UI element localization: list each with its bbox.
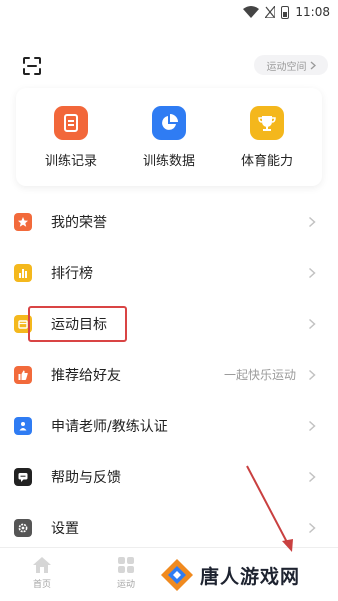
menu-item-settings[interactable]: 设置 xyxy=(0,502,338,553)
chevron-right-icon xyxy=(308,522,316,533)
chevron-right-icon xyxy=(308,318,316,329)
quick-action-sport-ability[interactable]: 体育能力 xyxy=(222,88,312,169)
quick-action-label: 训练数据 xyxy=(142,154,195,169)
chevron-right-icon xyxy=(308,369,316,380)
chevron-right-icon xyxy=(308,216,316,227)
menu-item-help-feedback[interactable]: 帮助与反馈 xyxy=(0,451,338,502)
chevron-right-icon xyxy=(308,420,316,431)
grid-icon xyxy=(118,557,134,573)
quick-action-training-data[interactable]: 训练数据 xyxy=(124,88,214,169)
watermark-diamond-icon xyxy=(161,559,193,591)
clipboard-icon xyxy=(54,106,88,140)
scan-button[interactable] xyxy=(14,51,50,81)
menu-item-label: 推荐给好友 xyxy=(51,367,121,384)
menu-item-recommend[interactable]: 推荐给好友 一起快乐运动 xyxy=(0,349,338,400)
home-icon xyxy=(33,557,51,573)
tab-home[interactable]: 首页 xyxy=(12,556,72,590)
pie-chart-icon xyxy=(152,106,186,140)
sport-space-button[interactable]: 运动空间 xyxy=(254,55,328,75)
id-badge-icon xyxy=(14,416,32,435)
quick-action-label: 训练记录 xyxy=(44,154,97,169)
menu-item-honors[interactable]: 我的荣誉 xyxy=(0,196,338,247)
tab-home-label: 首页 xyxy=(32,580,51,590)
battery-icon xyxy=(281,5,290,19)
no-signal-icon xyxy=(265,6,276,18)
status-bar: 11:08 xyxy=(0,0,338,24)
tab-sport-label: 运动 xyxy=(116,580,135,590)
menu-item-label: 设置 xyxy=(51,520,79,537)
menu-item-label: 帮助与反馈 xyxy=(51,469,121,486)
star-badge-icon xyxy=(14,212,32,231)
bar-chart-icon xyxy=(14,263,32,282)
settings-menu: 我的荣誉 排行榜 运动目标 推荐给好友 一起快乐运动 申请老师/教练认证 帮助与… xyxy=(0,196,338,553)
menu-item-label: 我的荣誉 xyxy=(51,214,107,231)
thumbs-up-icon xyxy=(14,365,32,384)
status-time: 11:08 xyxy=(295,5,330,19)
trophy-icon xyxy=(250,106,284,140)
menu-item-certification[interactable]: 申请老师/教练认证 xyxy=(0,400,338,451)
watermark-logo: 唐人游戏网 xyxy=(160,552,338,598)
chevron-right-icon xyxy=(308,267,316,278)
gear-icon xyxy=(14,518,32,537)
tab-sport[interactable]: 运动 xyxy=(96,556,156,590)
quick-action-training-record[interactable]: 训练记录 xyxy=(26,88,116,169)
sport-space-label: 运动空间 xyxy=(266,61,307,73)
highlight-annotation xyxy=(28,306,127,342)
wifi-icon xyxy=(243,6,260,18)
chevron-right-icon xyxy=(308,471,316,482)
chat-bubble-icon xyxy=(14,467,32,486)
quick-action-label: 体育能力 xyxy=(240,154,293,169)
scan-icon xyxy=(23,57,41,75)
menu-item-leaderboard[interactable]: 排行榜 xyxy=(0,247,338,298)
chevron-right-icon xyxy=(310,61,316,69)
menu-item-label: 申请老师/教练认证 xyxy=(51,418,168,435)
menu-item-hint: 一起快乐运动 xyxy=(223,368,296,382)
menu-item-label: 排行榜 xyxy=(51,265,93,282)
watermark-text: 唐人游戏网 xyxy=(200,565,301,588)
quick-actions-card: 训练记录 训练数据 体育能力 xyxy=(16,88,322,186)
